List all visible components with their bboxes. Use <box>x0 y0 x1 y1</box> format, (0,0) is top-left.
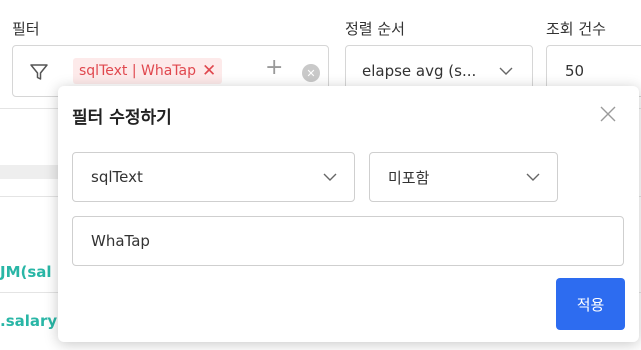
count-label: 조회 건수 <box>546 20 606 38</box>
chevron-down-icon <box>323 173 337 181</box>
apply-button[interactable]: 적용 <box>556 278 625 330</box>
filter-value-text: WhaTap <box>91 232 150 250</box>
clear-circle-icon[interactable]: ✕ <box>302 64 320 82</box>
sort-label: 정렬 순서 <box>345 20 405 38</box>
sort-order-value: elapse avg (s... <box>362 62 477 80</box>
dialog-title: 필터 수정하기 <box>72 108 172 128</box>
funnel-icon[interactable] <box>29 62 49 82</box>
operator-select[interactable]: 미포함 <box>369 152 558 202</box>
filter-value-input[interactable]: WhaTap <box>72 216 624 266</box>
edit-filter-dialog: 필터 수정하기 sqlText 미포함 WhaTap 적용 <box>58 86 639 342</box>
close-icon[interactable] <box>599 105 617 123</box>
field-select-value: sqlText <box>91 168 143 186</box>
chevron-down-icon <box>526 173 540 181</box>
filter-chip-label: sqlText | WhaTap <box>79 63 196 79</box>
count-value: 50 <box>565 62 585 80</box>
operator-select-value: 미포함 <box>388 168 430 187</box>
field-select[interactable]: sqlText <box>72 152 355 202</box>
filter-label: 필터 <box>12 20 40 38</box>
filter-chip[interactable]: sqlText | WhaTap ✕ <box>73 58 223 84</box>
table-cell: .salary <box>0 312 58 330</box>
table-header-band <box>0 165 60 179</box>
table-cell: JM(sal <box>0 263 52 281</box>
chevron-down-icon <box>499 67 513 75</box>
plus-icon[interactable]: + <box>265 57 283 79</box>
close-icon[interactable]: ✕ <box>202 62 216 80</box>
